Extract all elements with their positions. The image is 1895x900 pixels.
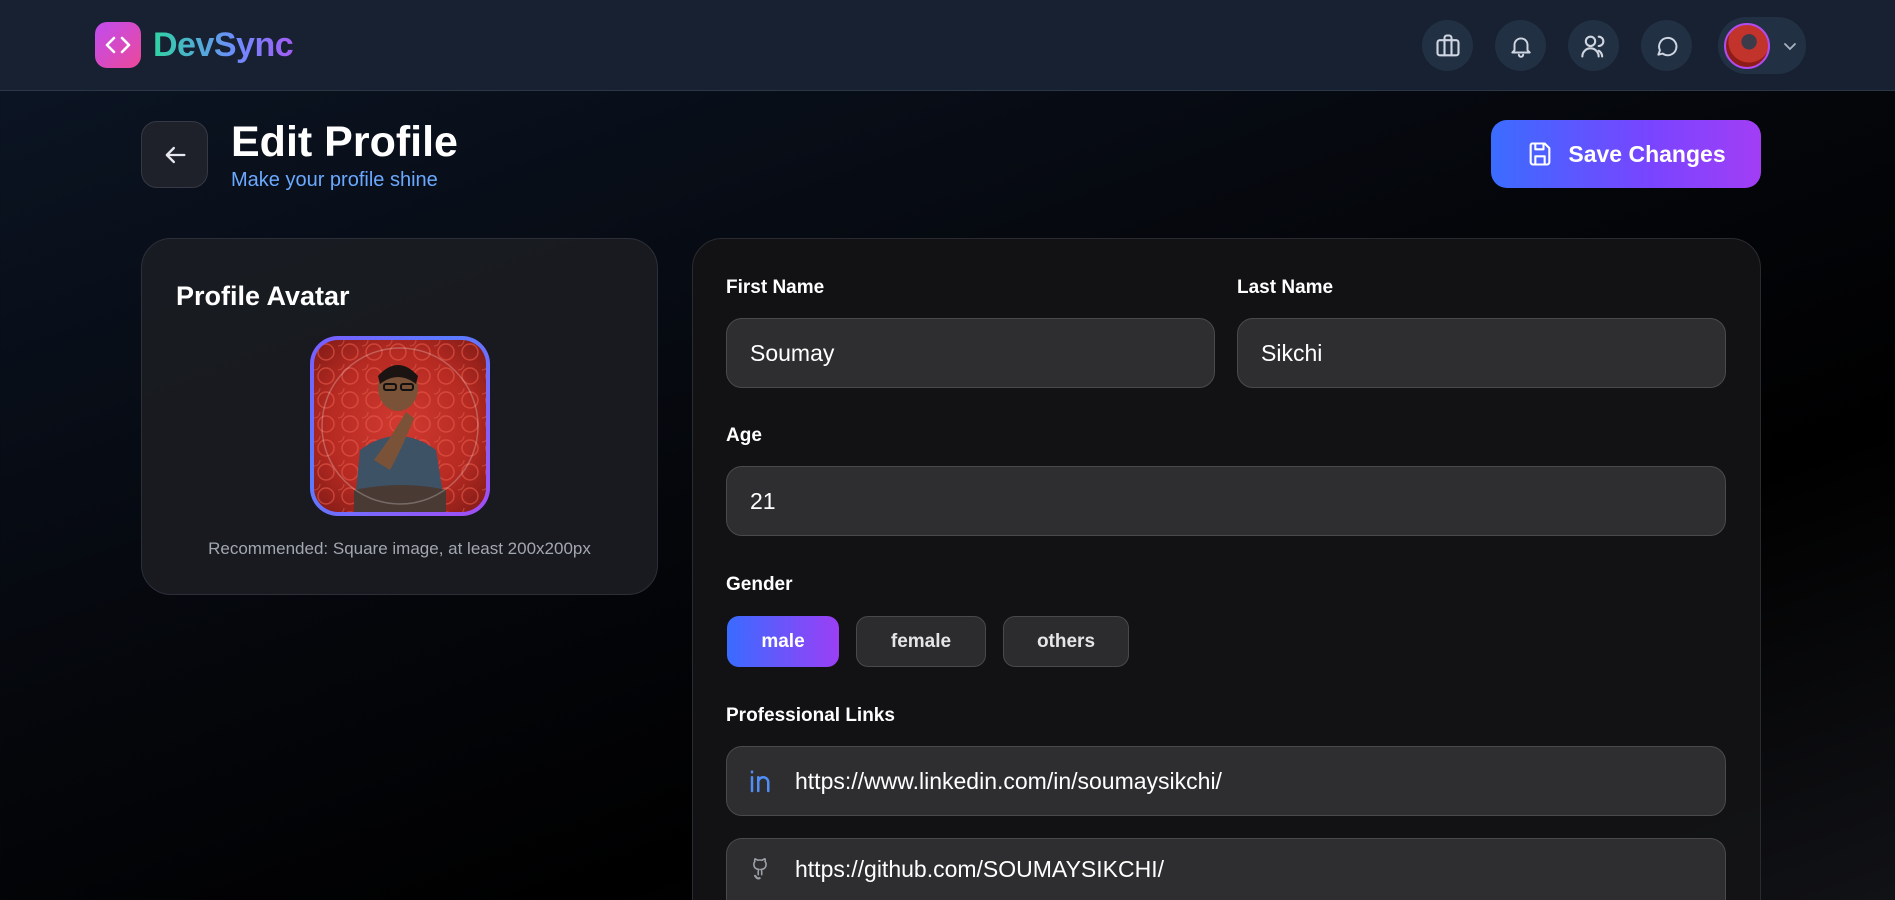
gender-option-female[interactable]: female — [856, 616, 986, 667]
chat-icon — [1656, 36, 1677, 56]
notifications-button[interactable] — [1495, 20, 1546, 71]
github-icon — [745, 853, 779, 887]
app-name: DevSync — [153, 25, 294, 64]
first-name-field[interactable]: Soumay — [726, 318, 1215, 388]
age-label: Age — [726, 425, 762, 446]
avatar — [1724, 22, 1770, 69]
avatar-hint: Recommended: Square image, at least 200x… — [208, 539, 591, 558]
avatar-card-title: Profile Avatar — [176, 281, 350, 311]
gender-option-others[interactable]: others — [1003, 616, 1129, 667]
save-icon — [1529, 142, 1551, 166]
save-button[interactable]: Save Changes — [1491, 120, 1761, 188]
bell-icon — [1510, 36, 1531, 58]
github-value: https://github.com/SOUMAYSIKCHI/ — [795, 856, 1164, 882]
linkedin-value: https://www.linkedin.com/in/soumaysikchi… — [795, 767, 1222, 794]
gender-label: Gender — [726, 574, 793, 595]
first-name-label: First Name — [726, 277, 825, 298]
arrow-left-icon — [165, 146, 185, 163]
messages-button[interactable] — [1641, 20, 1692, 71]
avatar-upload[interactable] — [310, 336, 490, 516]
last-name-value: Sikchi — [1261, 339, 1323, 366]
age-field[interactable]: 21 — [726, 466, 1726, 536]
top-navbar: DevSync — [0, 0, 1895, 91]
connections-button[interactable] — [1422, 20, 1473, 71]
users-button[interactable] — [1568, 20, 1619, 71]
last-name-field[interactable]: Sikchi — [1237, 318, 1726, 388]
last-name-label: Last Name — [1237, 277, 1334, 298]
user-menu-button[interactable] — [1718, 17, 1806, 74]
page-subtitle: Make your profile shine — [231, 169, 438, 191]
professional-links-label: Professional Links — [726, 705, 895, 726]
chevron-down-icon — [1784, 42, 1796, 50]
age-value: 21 — [750, 487, 776, 514]
page-title: Edit Profile — [231, 118, 458, 166]
first-name-value: Soumay — [750, 339, 835, 366]
briefcase-icon — [1435, 33, 1460, 56]
github-field[interactable]: https://github.com/SOUMAYSIKCHI/ — [726, 838, 1726, 900]
users-icon — [1580, 35, 1604, 58]
linkedin-icon — [745, 764, 779, 798]
linkedin-field[interactable]: https://www.linkedin.com/in/soumaysikchi… — [726, 746, 1726, 816]
avatar-card: Profile Avatar Recommended: Square image… — [141, 238, 658, 595]
gender-option-male[interactable]: male — [727, 616, 839, 667]
save-label: Save Changes — [1568, 140, 1726, 167]
back-button[interactable] — [141, 121, 208, 188]
app-logo[interactable]: DevSync — [95, 22, 294, 68]
code-icon — [95, 22, 141, 68]
profile-avatar-image — [314, 340, 486, 512]
